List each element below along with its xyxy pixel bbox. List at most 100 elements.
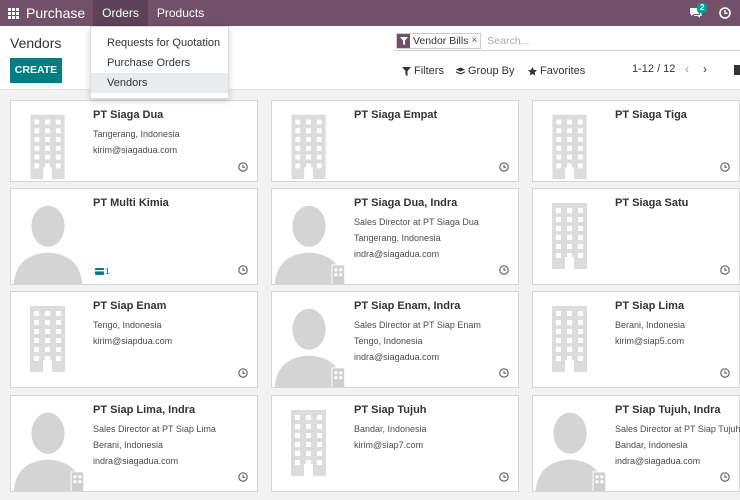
vendor-detail-line: kirim@siap7.com	[354, 440, 424, 450]
vendor-detail-line: indra@siagadua.com	[354, 352, 440, 362]
orders-dropdown: Requests for Quotation Purchase Orders V…	[90, 26, 229, 99]
facet-label: Vendor Bills	[413, 34, 469, 47]
bank-card-icon	[95, 267, 104, 275]
groupby-label: Group By	[468, 65, 515, 77]
person-avatar-icon	[11, 189, 86, 284]
vendor-card[interactable]: PT Multi Kimia 1	[10, 188, 258, 285]
menu-products[interactable]: Products	[148, 0, 213, 26]
company-icon	[11, 101, 86, 181]
search-bar[interactable]: Vendor Bills ×	[394, 31, 740, 51]
vendor-card[interactable]: PT Siaga Dua Tangerang, Indonesia kirim@si…	[10, 100, 258, 182]
chat-count-badge: 2	[697, 3, 708, 13]
vendor-detail-line: Sales Director at PT Siaga Dua	[354, 217, 479, 227]
activity-clock-icon[interactable]	[720, 472, 730, 482]
vendor-detail-line: indra@siagadua.com	[93, 456, 179, 466]
apps-menu-icon[interactable]	[0, 0, 26, 26]
facet-remove-icon[interactable]: ×	[471, 35, 480, 46]
vendor-detail-line: Tengo, Indonesia	[354, 336, 423, 346]
search-facet: Vendor Bills ×	[396, 32, 482, 49]
star-icon	[528, 66, 537, 76]
vendor-name: PT Siap Lima, Indra	[93, 404, 196, 416]
activity-clock-icon[interactable]	[499, 265, 509, 275]
vendor-card[interactable]: PT Siaga Tiga	[532, 100, 740, 182]
messaging-button[interactable]: 2	[680, 0, 710, 26]
company-icon	[533, 189, 608, 284]
activity-clock-icon[interactable]	[499, 472, 509, 482]
favorites-button[interactable]: Favorites	[528, 64, 585, 78]
pager-previous-button[interactable]: ‹	[685, 62, 689, 76]
company-icon	[533, 292, 608, 387]
kanban-view-icon[interactable]	[734, 65, 740, 75]
filter-icon	[397, 33, 410, 48]
vendor-detail-line: Sales Director at PT Siap Enam	[354, 320, 481, 330]
vendor-name: PT Siap Enam, Indra	[354, 300, 461, 312]
activity-clock-icon[interactable]	[720, 368, 730, 378]
filters-button[interactable]: Filters	[402, 64, 444, 78]
vendor-detail-line: Sales Director at PT Siap Lima	[93, 424, 216, 434]
layers-icon	[456, 66, 465, 75]
top-navbar: Purchase Orders Products 2	[0, 0, 740, 26]
vendor-detail-line: Bandar, Indonesia	[615, 440, 688, 450]
menu-item-purchase-orders[interactable]: Purchase Orders	[91, 53, 228, 73]
activity-clock-icon[interactable]	[499, 368, 509, 378]
filter-icon	[402, 66, 411, 76]
filters-label: Filters	[414, 65, 444, 77]
vendor-card[interactable]: PT Siap Tujuh Bandar, Indonesia kirim@siap…	[271, 395, 519, 492]
activity-button[interactable]	[710, 0, 740, 26]
company-icon	[272, 101, 347, 181]
company-icon	[533, 101, 608, 181]
vendor-card[interactable]: PT Siaga Dua, Indra Sales Director at PT …	[271, 188, 519, 285]
bank-count: 1	[105, 266, 110, 276]
vendor-detail-line: Sales Director at PT Siap Tujuh	[615, 424, 740, 434]
menu-item-vendors[interactable]: Vendors	[91, 73, 228, 93]
groupby-button[interactable]: Group By	[456, 64, 514, 78]
contact-avatar-icon	[272, 292, 347, 387]
activity-clock-icon[interactable]	[238, 265, 248, 275]
vendor-card[interactable]: PT Siap Tujuh, Indra Sales Director at PT…	[532, 395, 740, 492]
pager-next-button[interactable]: ›	[703, 62, 707, 76]
vendor-detail-line: kirim@siagadua.com	[93, 145, 178, 155]
vendor-name: PT Siap Tujuh, Indra	[615, 404, 721, 416]
vendor-name: PT Siap Lima	[615, 300, 685, 312]
vendor-detail-line: indra@siagadua.com	[354, 249, 440, 259]
pager-value[interactable]: 1-12 / 12	[632, 63, 675, 75]
activity-clock-icon[interactable]	[238, 162, 248, 172]
vendor-detail-line: Berani, Indonesia	[93, 440, 164, 450]
vendor-detail-line: Berani, Indonesia	[615, 320, 686, 330]
page-title[interactable]: Vendors	[10, 35, 61, 51]
vendor-detail-line: kirim@siap5.com	[615, 336, 685, 346]
vendor-detail-line: Tengo, Indonesia	[93, 320, 162, 330]
vendor-detail-line: kirim@siapdua.com	[93, 336, 173, 346]
vendor-detail-line: Bandar, Indonesia	[354, 424, 427, 434]
vendor-detail-line: indra@siagadua.com	[615, 456, 701, 466]
menu-item-requests-for-quotation[interactable]: Requests for Quotation	[91, 33, 228, 53]
company-icon	[11, 292, 86, 387]
app-name[interactable]: Purchase	[26, 5, 85, 21]
contact-avatar-icon	[533, 396, 608, 491]
vendor-detail-line: Tangerang, Indonesia	[93, 129, 180, 139]
menu-orders[interactable]: Orders	[93, 0, 148, 26]
vendor-name: PT Siaga Dua, Indra	[354, 197, 458, 209]
contact-avatar-icon	[272, 189, 347, 284]
activity-clock-icon[interactable]	[238, 368, 248, 378]
vendor-card[interactable]: PT Siaga Satu	[532, 188, 740, 285]
activity-clock-icon[interactable]	[238, 472, 248, 482]
activity-clock-icon[interactable]	[720, 162, 730, 172]
vendor-card[interactable]: PT Siap Lima Berani, Indonesia kirim@siap5…	[532, 291, 740, 388]
vendor-name: PT Multi Kimia	[93, 197, 169, 209]
search-input[interactable]	[487, 34, 638, 47]
vendor-card[interactable]: PT Siap Enam Tengo, Indonesia kirim@siapdu…	[10, 291, 258, 388]
activity-clock-icon[interactable]	[499, 162, 509, 172]
vendor-name: PT Siaga Tiga	[615, 109, 687, 121]
activity-clock-icon[interactable]	[720, 265, 730, 275]
clock-icon	[719, 7, 731, 19]
favorites-label: Favorites	[540, 65, 586, 77]
bank-accounts-badge: 1	[95, 266, 110, 276]
vendor-card[interactable]: PT Siap Enam, Indra Sales Director at PT …	[271, 291, 519, 388]
vendor-name: PT Siap Tujuh	[354, 404, 427, 416]
create-button[interactable]: CREATE	[10, 58, 62, 83]
vendor-card[interactable]: PT Siaga Empat	[271, 100, 519, 182]
vendor-name: PT Siap Enam	[93, 300, 167, 312]
vendor-card[interactable]: PT Siap Lima, Indra Sales Director at PT …	[10, 395, 258, 492]
vendor-name: PT Siaga Satu	[615, 197, 689, 209]
